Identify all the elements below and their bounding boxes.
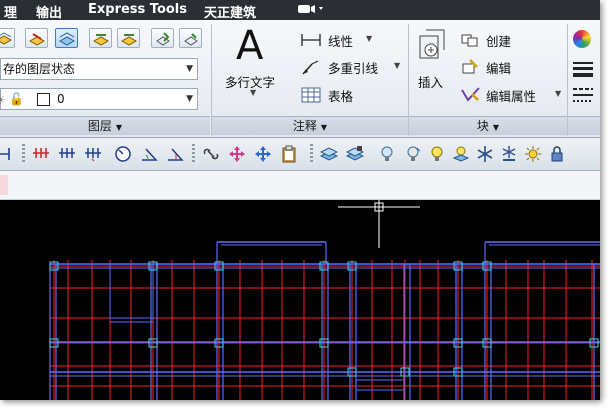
table-button[interactable]: 表格 [300, 85, 380, 105]
linear-label: 线性 [328, 34, 354, 49]
layer-freeze-icon [156, 32, 170, 46]
drawing-canvas[interactable] [0, 200, 600, 400]
axis-break-icon[interactable] [84, 145, 102, 163]
lineweight-icon[interactable] [573, 62, 593, 77]
menu-item-output[interactable]: 输出 [36, 2, 62, 21]
toolbar-grip[interactable] [192, 144, 195, 164]
layer-previous-icon [121, 34, 137, 46]
drawing-tab-marker[interactable] [0, 175, 8, 195]
chevron-down-icon: ▼ [366, 34, 373, 43]
layer-stack-lock-icon[interactable] [345, 145, 365, 163]
ribbon: 存的图层状态 ▼ ☀ 🔓 0 ▼ 图层 ▼ A 多行文字 ▼ 线性 ▼ 多重引线… [0, 20, 600, 138]
layer-isolate-icon [29, 33, 45, 46]
create-label: 创建 [486, 34, 512, 49]
layer-previous-button[interactable] [117, 28, 140, 48]
properties-panel-title[interactable] [568, 116, 600, 135]
layer-lock-icon [184, 33, 198, 46]
edit-label: 编辑 [486, 61, 512, 76]
arc-angle-icon[interactable] [166, 145, 184, 163]
sun-icon: ☀ [0, 93, 6, 107]
table-label: 表格 [328, 89, 354, 104]
layer-lock-button[interactable] [179, 28, 202, 48]
move-pink-icon[interactable] [228, 145, 246, 163]
edit-attributes-label: 编辑属性 [486, 89, 537, 104]
chevron-down-icon: ▼ [555, 89, 562, 98]
axis-dimension-icon[interactable] [58, 145, 76, 163]
snowflake-stack-icon[interactable] [500, 145, 518, 163]
workspace-dropdown[interactable] [298, 3, 326, 19]
lock-icon[interactable] [548, 145, 566, 163]
multileader-label: 多重引线 [328, 61, 379, 76]
sun-icon[interactable] [524, 145, 542, 163]
layer-walk-button[interactable] [55, 28, 78, 48]
layer-state-combo[interactable]: 存的图层状态 ▼ [0, 58, 198, 80]
chevron-down-icon: ▼ [186, 94, 193, 104]
multileader-icon [302, 60, 319, 75]
layer-walk-icon [59, 32, 75, 46]
create-block-button[interactable]: 创建 [460, 30, 540, 50]
layer-name: 0 [57, 92, 65, 106]
edit-attributes-icon [461, 87, 480, 102]
edit-block-icon [462, 59, 478, 74]
layer-match-icon [93, 34, 109, 46]
annotation-panel-title[interactable]: 注释 ▼ [212, 116, 408, 135]
angle-dimension-icon[interactable] [140, 145, 158, 163]
color-swatch [37, 93, 50, 106]
menu-bar: 理 输出 Express Tools 天正建筑 [0, 0, 600, 21]
layer-combo[interactable]: ☀ 🔓 0 ▼ [0, 88, 198, 110]
insert-label: 插入 [418, 75, 444, 90]
unlock-icon: 🔓 [9, 92, 24, 106]
create-block-icon [461, 34, 478, 47]
toolbar-grip[interactable] [310, 144, 313, 164]
grid-dimension-icon[interactable] [32, 145, 50, 163]
linear-dimension-button[interactable]: 线性 ▼ [300, 30, 380, 50]
text-a-icon: A [236, 23, 264, 69]
layer-freeze-button[interactable] [151, 28, 174, 48]
move-blue-icon[interactable] [254, 145, 272, 163]
linear-dimension-icon [301, 34, 321, 46]
insert-block-button[interactable]: 插入 [412, 28, 452, 108]
menu-item-manage[interactable]: 理 [4, 2, 17, 21]
dimension-style-icon[interactable] [0, 145, 12, 163]
edit-attributes-button[interactable]: 编辑属性 ▼ [460, 85, 570, 105]
layer-properties-button[interactable] [0, 28, 15, 48]
chevron-down-icon: ▼ [186, 64, 193, 74]
drawing-tab-strip [0, 171, 600, 200]
chain-link-icon[interactable] [202, 145, 220, 163]
block-panel-title[interactable]: 块 ▼ [409, 116, 567, 135]
multileader-button[interactable]: 多重引线 ▼ [300, 57, 404, 77]
insert-block-icon [419, 29, 445, 59]
menu-item-tangent-architecture[interactable]: 天正建筑 [204, 2, 256, 21]
video-icon [298, 5, 323, 13]
linetype-icon[interactable] [573, 88, 593, 102]
layer-properties-icon [0, 32, 12, 45]
menu-item-express-tools[interactable]: Express Tools [88, 2, 187, 17]
edit-block-button[interactable]: 编辑 [460, 57, 540, 77]
bulb-stack-icon[interactable] [452, 145, 470, 163]
floor-plan-drawing [49, 200, 600, 400]
chevron-down-icon: ▼ [250, 88, 257, 97]
clock-icon[interactable] [114, 145, 132, 163]
chevron-down-icon: ▼ [394, 61, 401, 70]
layer-match-button[interactable] [89, 28, 112, 48]
autocad-window: 理 输出 Express Tools 天正建筑 存的图层状态 ▼ ☀ 🔓 0 ▼… [0, 0, 600, 400]
tools-toolbar [0, 138, 600, 171]
layer-stack-icon[interactable] [319, 145, 339, 163]
toolbar-grip[interactable] [22, 144, 25, 164]
layer-panel-title[interactable]: 图层 ▼ [0, 116, 210, 135]
bulb-on-icon[interactable] [378, 145, 396, 163]
snowflake-icon[interactable] [476, 145, 494, 163]
clipboard-icon[interactable] [280, 145, 298, 163]
table-icon [301, 87, 321, 103]
bulb-off-icon[interactable] [404, 145, 422, 163]
multiline-text-button[interactable]: A 多行文字 ▼ [222, 24, 286, 112]
color-wheel-icon[interactable] [573, 30, 591, 48]
layer-isolate-button[interactable] [25, 28, 48, 48]
bulb-yellow-icon[interactable] [428, 145, 446, 163]
